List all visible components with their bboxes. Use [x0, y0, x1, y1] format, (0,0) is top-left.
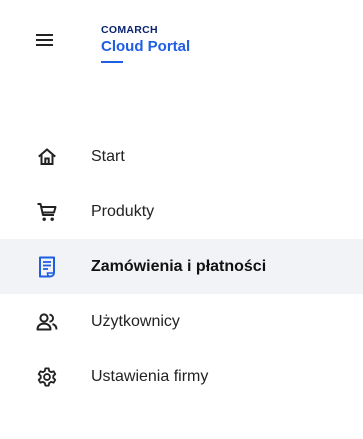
orders-icon [36, 256, 58, 278]
nav-item-zamowienia[interactable]: Zamówienia i płatności [0, 239, 363, 294]
nav-item-label: Start [91, 147, 125, 165]
home-icon [36, 146, 58, 168]
gear-icon [36, 366, 58, 388]
nav-item-label: Ustawienia firmy [91, 367, 209, 385]
logo-product-name: Cloud Portal [101, 38, 191, 55]
logo-underline [101, 61, 123, 63]
nav-item-label: Zamówienia i płatności [91, 257, 267, 275]
nav-item-label: Użytkownicy [91, 312, 180, 330]
logo-company-name: COMARCH [101, 24, 158, 36]
users-icon [36, 311, 58, 333]
nav-item-start[interactable]: Start [0, 129, 363, 184]
main-navigation: Start Produkty Zamówienia i płatności Uż… [0, 129, 363, 404]
cart-icon [36, 201, 58, 223]
sidebar-panel: COMARCH Cloud Portal Start Produkty Zamó… [0, 0, 363, 439]
nav-item-uzytkownicy[interactable]: Użytkownicy [0, 294, 363, 349]
comarch-logo[interactable]: COMARCH Cloud Portal [101, 24, 190, 63]
nav-item-label: Produkty [91, 202, 155, 220]
nav-item-produkty[interactable]: Produkty [0, 184, 363, 239]
nav-item-ustawienia-firmy[interactable]: Ustawienia firmy [0, 349, 363, 404]
hamburger-menu-icon[interactable] [34, 31, 56, 49]
